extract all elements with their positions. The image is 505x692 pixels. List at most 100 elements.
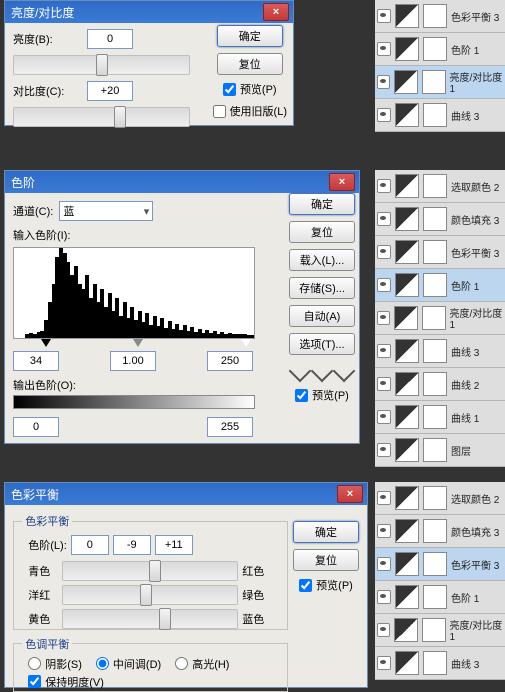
layer-row[interactable]: 曲线 3	[375, 335, 505, 368]
layer-row[interactable]: 色阶 1	[375, 269, 505, 302]
midtones-radio[interactable]: 中间调(D)	[96, 656, 161, 672]
layer-row[interactable]: 曲线 2	[375, 368, 505, 401]
eyedropper-gray-icon[interactable]	[311, 360, 334, 383]
eyedropper-white-icon[interactable]	[333, 360, 356, 383]
layer-row[interactable]: 色阶 1	[375, 581, 505, 614]
visibility-icon[interactable]	[377, 590, 391, 604]
layer-label: 色阶 1	[451, 590, 479, 605]
mask-thumb	[422, 70, 446, 94]
visibility-icon[interactable]	[377, 377, 391, 391]
visibility-icon[interactable]	[377, 311, 390, 325]
contrast-value[interactable]: +20	[87, 81, 133, 101]
visibility-icon[interactable]	[377, 443, 391, 457]
visibility-icon[interactable]	[377, 557, 391, 571]
level-3[interactable]: +11	[155, 535, 193, 555]
highlights-radio[interactable]: 高光(H)	[175, 656, 229, 672]
close-icon[interactable]: ×	[329, 173, 355, 191]
layer-thumb	[395, 174, 419, 198]
preview-checkbox[interactable]: 预览(P)	[223, 81, 277, 97]
layer-row[interactable]: 曲线 1	[375, 401, 505, 434]
layer-row[interactable]: 曲线 3	[375, 99, 505, 132]
reset-button[interactable]: 复位	[217, 53, 283, 75]
layer-row[interactable]: 图层	[375, 434, 505, 467]
visibility-icon[interactable]	[377, 278, 391, 292]
layer-row[interactable]: 选取颜色 2	[375, 482, 505, 515]
layer-row[interactable]: 色彩平衡 3	[375, 0, 505, 33]
level-2[interactable]: -9	[113, 535, 151, 555]
load-button[interactable]: 载入(L)...	[289, 249, 355, 271]
output-white[interactable]: 255	[207, 417, 253, 437]
gamma-slider[interactable]	[133, 339, 143, 347]
layer-row[interactable]: 颜色填充 3	[375, 203, 505, 236]
chevron-down-icon: ▾	[144, 205, 150, 218]
layer-row[interactable]: 色彩平衡 3	[375, 236, 505, 269]
input-white[interactable]: 250	[207, 351, 253, 371]
preview-checkbox[interactable]: 预览(P)	[295, 387, 349, 403]
channel-select[interactable]: 蓝▾	[59, 201, 153, 221]
visibility-icon[interactable]	[377, 344, 391, 358]
options-button[interactable]: 选项(T)...	[289, 333, 355, 355]
visibility-icon[interactable]	[377, 9, 391, 23]
layer-row[interactable]: 亮度/对比度 1	[375, 302, 505, 335]
input-gamma[interactable]: 1.00	[110, 351, 156, 371]
mask-thumb	[423, 207, 447, 231]
green-label: 绿色	[242, 587, 272, 603]
mask-thumb	[423, 438, 447, 462]
mask-thumb	[423, 486, 447, 510]
layer-label: 色阶 1	[451, 42, 479, 57]
shadows-radio[interactable]: 阴影(S)	[28, 656, 82, 672]
input-black[interactable]: 34	[13, 351, 59, 371]
black-point-slider[interactable]	[41, 339, 51, 347]
visibility-icon[interactable]	[377, 491, 391, 505]
layer-row[interactable]: 亮度/对比度 1	[375, 614, 505, 647]
layer-thumb	[395, 405, 419, 429]
layer-thumb	[395, 486, 419, 510]
yellow-blue-slider[interactable]	[62, 609, 238, 629]
visibility-icon[interactable]	[377, 410, 391, 424]
layers-panel: 选取颜色 2颜色填充 3色彩平衡 3色阶 1亮度/对比度 1曲线 3 曲线 2 曲线…	[375, 170, 505, 467]
visibility-icon[interactable]	[377, 75, 390, 89]
ok-button[interactable]: 确定	[217, 25, 283, 47]
layer-row[interactable]: 亮度/对比度 1	[375, 66, 505, 99]
output-black[interactable]: 0	[13, 417, 59, 437]
layer-row[interactable]: 色阶 1	[375, 33, 505, 66]
eyedropper-black-icon[interactable]	[289, 360, 312, 383]
visibility-icon[interactable]	[377, 42, 391, 56]
yellow-label: 黄色	[28, 611, 58, 627]
brightness-slider[interactable]	[13, 55, 190, 75]
eyedropper-group	[292, 363, 352, 379]
close-icon[interactable]: ×	[337, 485, 363, 503]
contrast-slider[interactable]	[13, 107, 190, 127]
visibility-icon[interactable]	[377, 212, 391, 226]
white-point-slider[interactable]	[241, 339, 251, 347]
visibility-icon[interactable]	[377, 245, 391, 259]
auto-button[interactable]: 自动(A)	[289, 305, 355, 327]
reset-button[interactable]: 复位	[293, 549, 359, 571]
level-1[interactable]: 0	[71, 535, 109, 555]
layer-row[interactable]: 颜色填充 3	[375, 515, 505, 548]
visibility-icon[interactable]	[377, 179, 391, 193]
ok-button[interactable]: 确定	[289, 193, 355, 215]
brightness-value[interactable]: 0	[87, 29, 133, 49]
dialog-title: 亮度/对比度	[9, 4, 261, 21]
layer-row[interactable]: 曲线 3	[375, 647, 505, 680]
save-button[interactable]: 存储(S)...	[289, 277, 355, 299]
ok-button[interactable]: 确定	[293, 521, 359, 543]
preview-checkbox[interactable]: 预览(P)	[299, 577, 353, 593]
layer-thumb	[395, 519, 419, 543]
visibility-icon[interactable]	[377, 524, 391, 538]
cyan-red-slider[interactable]	[62, 561, 238, 581]
layer-row[interactable]: 色彩平衡 3	[375, 548, 505, 581]
layer-label: 曲线 2	[451, 377, 479, 392]
visibility-icon[interactable]	[377, 656, 391, 670]
visibility-icon[interactable]	[377, 623, 390, 637]
magenta-label: 洋红	[28, 587, 58, 603]
magenta-green-slider[interactable]	[62, 585, 238, 605]
legacy-checkbox[interactable]: 使用旧版(L)	[213, 103, 287, 119]
close-icon[interactable]: ×	[263, 3, 289, 21]
visibility-icon[interactable]	[377, 108, 391, 122]
preserve-lum-checkbox[interactable]: 保持明度(V)	[22, 672, 278, 692]
output-gradient[interactable]	[13, 395, 255, 409]
reset-button[interactable]: 复位	[289, 221, 355, 243]
layer-row[interactable]: 选取颜色 2	[375, 170, 505, 203]
